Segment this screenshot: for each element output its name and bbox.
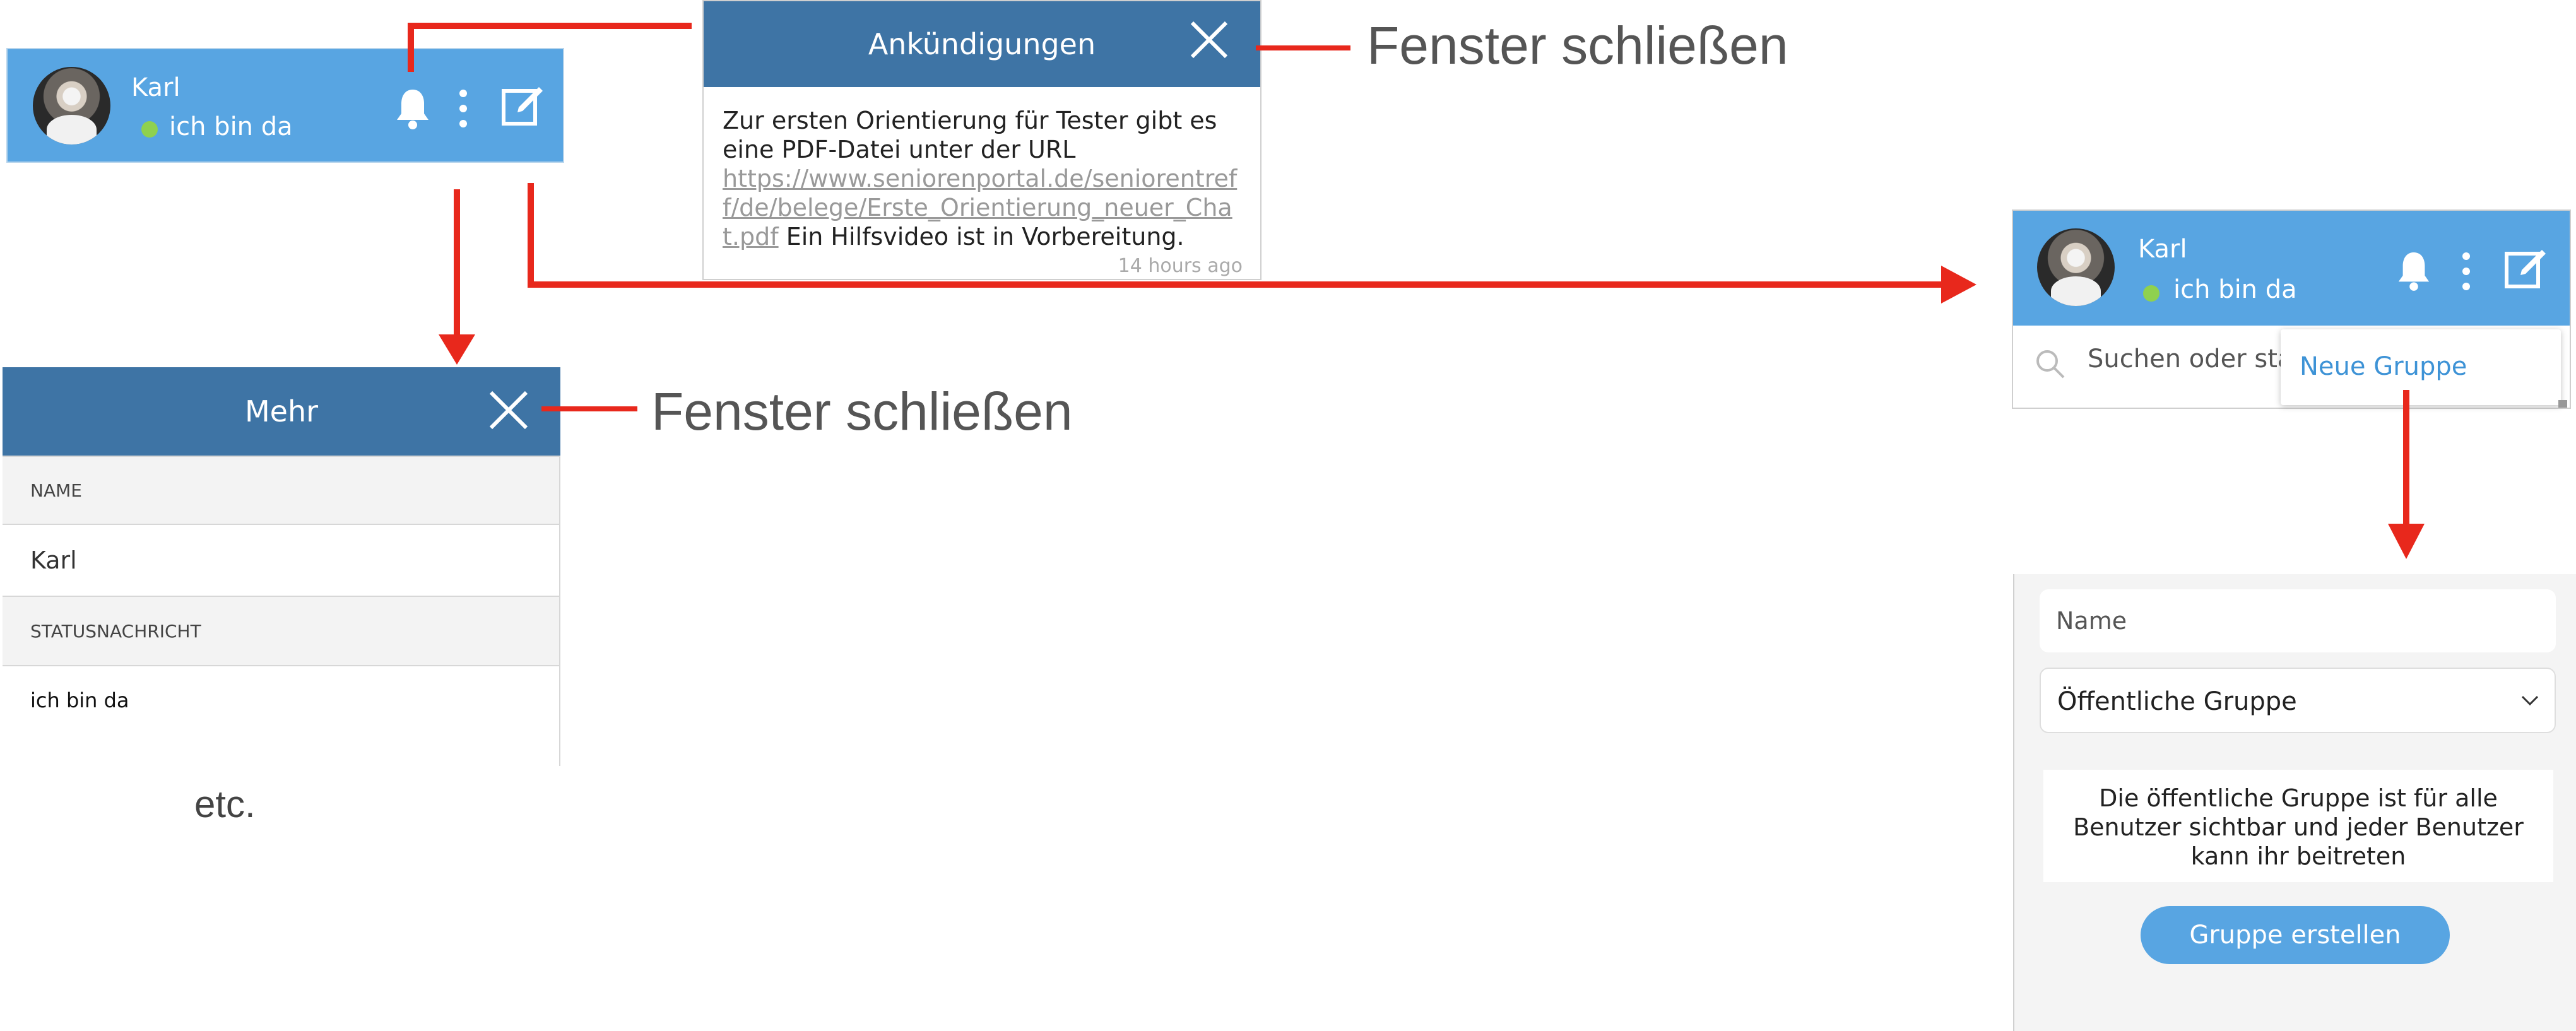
more-vertical-icon[interactable] [457,88,470,129]
connector-line [408,24,414,72]
search-icon [2036,350,2065,379]
announcements-window: Ankündigungen Zur ersten Orientierung fü… [702,0,1261,280]
status-text: ich bin da [169,112,293,141]
announcement-text-after: Ein Hilfsvideo ist in Vorbereitung. [778,223,1185,250]
announcement-link-line-2[interactable]: f/de/belege/Erste_Orientierung_neuer_Cha [723,194,1232,221]
user-name: Karl [2138,235,2187,264]
connector-line [408,23,692,29]
announcement-text: Zur ersten Orientierung für Tester gibt … [723,107,1217,163]
annotation-line [1256,45,1350,50]
announcement-body: Zur ersten Orientierung für Tester gibt … [723,106,1246,251]
bell-icon[interactable] [394,86,432,130]
status-text: ich bin da [2173,275,2297,304]
more-title: Mehr [3,367,560,456]
search-input[interactable]: Suchen oder sta [2088,345,2293,374]
announcement-link-line-3[interactable]: t.pdf [723,223,779,250]
right-panel-frame: Karl ich bin da Suchen oder sta Neue Gru… [2012,209,2571,409]
annotation-close-window: Fenster schließen [1367,16,1788,75]
name-label: NAME [3,456,560,525]
close-icon[interactable] [488,390,529,430]
avatar[interactable] [33,67,110,144]
compose-icon[interactable] [500,82,545,127]
group-description: Die öffentliche Gruppe ist für alle Benu… [2043,770,2553,882]
announcement-time: 14 hours ago [1118,255,1243,277]
group-type-select[interactable]: Öffentliche Gruppe [2040,668,2556,733]
menu-item-new-group[interactable]: Neue Gruppe [2300,352,2467,381]
online-status-dot [2143,285,2159,302]
arrow-head [1941,266,1976,303]
annotation-etc: etc. [194,783,256,825]
status-message-field[interactable]: ich bin da [3,666,560,766]
status-message-label: STATUSNACHRICHT [3,596,560,666]
chevron-down-icon [2521,695,2539,706]
announcements-title: Ankündigungen [704,1,1260,87]
more-window-right-border [559,456,560,766]
name-field[interactable]: Karl [3,525,560,596]
group-type-value: Öffentliche Gruppe [2057,687,2297,716]
online-status-dot [141,121,158,138]
compose-icon[interactable] [2503,245,2548,290]
close-icon[interactable] [1190,20,1229,59]
group-name-input[interactable]: Name [2040,589,2556,652]
user-header: Karl ich bin da [6,48,564,163]
compose-dropdown-menu: Neue Gruppe [2281,329,2561,405]
create-group-button[interactable]: Gruppe erstellen [2141,906,2450,964]
more-vertical-icon[interactable] [2460,251,2473,292]
bell-icon[interactable] [2396,249,2432,292]
annotation-close-window: Fenster schließen [651,382,1073,441]
avatar[interactable] [2037,228,2115,306]
arrow-line [2403,390,2409,529]
annotation-line [541,406,637,411]
new-group-form: Name Öffentliche Gruppe Die öffentliche … [2013,574,2576,1031]
arrow-head [439,334,475,365]
arrow-line [530,281,1956,288]
arrow-line [528,183,534,288]
right-user-header: Karl ich bin da [2013,211,2570,326]
arrow-line [454,189,460,341]
arrow-head [2388,524,2425,559]
more-window: Mehr NAME Karl STATUSNACHRICHT ich bin d… [3,367,560,766]
announcement-link-line-1[interactable]: https://www.seniorenportal.de/seniorentr… [723,165,1237,192]
scrollbar[interactable] [2558,400,2567,408]
user-name: Karl [131,73,180,102]
